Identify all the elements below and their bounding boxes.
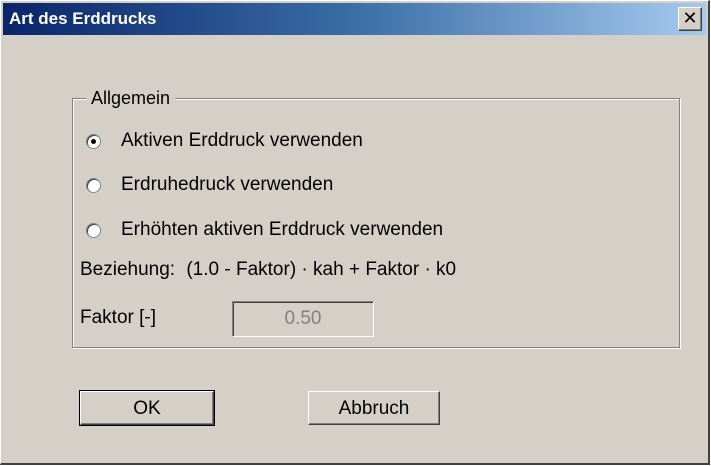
radio-button-icon[interactable]: [86, 222, 101, 238]
radio-button-icon[interactable]: [86, 177, 101, 193]
close-button[interactable]: ✕: [678, 7, 702, 31]
radio-button-icon[interactable]: [86, 133, 101, 149]
radio-erdruhedruck[interactable]: Erdruhedruck verwenden: [86, 174, 333, 196]
relation-label: Beziehung:: [80, 259, 176, 280]
ok-button[interactable]: OK: [79, 390, 215, 426]
radio-erhoehter-aktiver-erddruck[interactable]: Erhöhten aktiven Erddruck verwenden: [86, 219, 443, 241]
radio-label: Erhöhten aktiven Erddruck verwenden: [121, 219, 444, 240]
factor-input[interactable]: 0.50: [232, 301, 374, 337]
relation-formula: (1.0 - Faktor) · kah + Faktor · k0: [186, 259, 457, 280]
radio-label: Erdruhedruck verwenden: [121, 174, 334, 195]
group-legend: Allgemein: [86, 88, 176, 109]
relation-line: Beziehung: (1.0 - Faktor) · kah + Faktor…: [80, 259, 456, 281]
title-bar[interactable]: Art des Erddrucks ✕: [3, 3, 706, 35]
window-title: Art des Erddrucks: [9, 9, 157, 28]
cancel-button[interactable]: Abbruch: [308, 391, 440, 425]
factor-label: Faktor [-]: [80, 307, 157, 328]
radio-aktiver-erddruck[interactable]: Aktiven Erddruck verwenden: [86, 130, 363, 152]
close-icon: ✕: [682, 8, 698, 29]
radio-label: Aktiven Erddruck verwenden: [121, 130, 363, 151]
